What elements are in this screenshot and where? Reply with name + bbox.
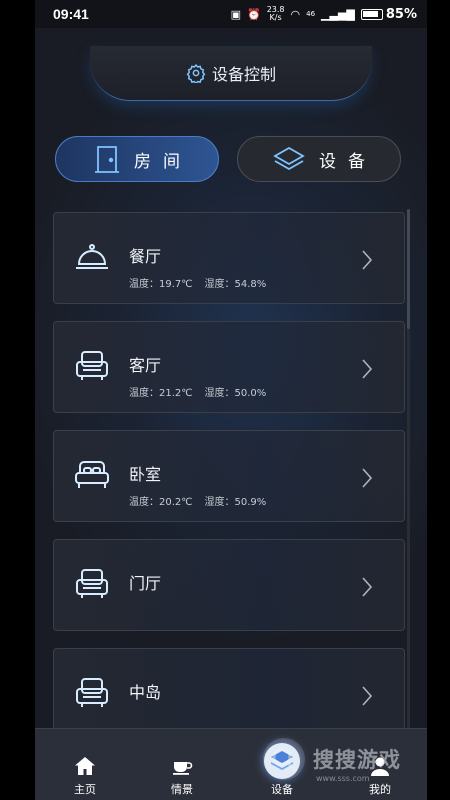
chevron-right-icon xyxy=(362,359,373,379)
tab-room[interactable]: 房间 xyxy=(55,136,219,182)
layers-icon xyxy=(273,146,305,171)
door-icon xyxy=(95,146,119,173)
room-humidity: 湿度：50.9% xyxy=(204,497,267,508)
status-bar: 09:41 ▣ ⏰ 23.8 K/s ◠ 46 ▁▃▅▇ 85% xyxy=(35,0,427,28)
nav-item-home[interactable]: 主页 xyxy=(50,729,120,800)
gear-icon xyxy=(186,63,206,83)
nav-label: 主页 xyxy=(74,783,96,796)
room-name: 门厅 xyxy=(129,574,162,593)
chevron-right-icon xyxy=(362,577,373,597)
alarm-icon: ⏰ xyxy=(246,7,261,21)
room-temperature: 温度：21.2℃ xyxy=(129,388,193,399)
watermark: 搜搜游戏 www.sss.com xyxy=(263,734,450,784)
watermark-url: www.sss.com xyxy=(316,774,370,783)
room-stats: 温度：21.2℃ 湿度：50.0% xyxy=(129,384,266,399)
chevron-right-icon xyxy=(362,250,373,270)
room-name: 中岛 xyxy=(129,683,162,702)
scrollbar[interactable] xyxy=(407,209,410,729)
scrollbar-thumb[interactable] xyxy=(407,209,410,329)
nav-label: 情景 xyxy=(171,783,193,796)
room-temperature: 温度：20.2℃ xyxy=(129,497,193,508)
bed-icon xyxy=(75,461,109,488)
tab-device[interactable]: 设备 xyxy=(237,136,401,182)
signal-icon: ▁▃▅▇ xyxy=(321,7,355,21)
watermark-text: 搜搜游戏 xyxy=(313,748,401,772)
tab-room-label: 房间 xyxy=(134,151,192,172)
cup-icon xyxy=(173,762,193,775)
signal-label: 46 xyxy=(306,10,316,18)
battery-icon xyxy=(360,8,383,20)
room-card-bedroom[interactable]: 卧室 温度：20.2℃ 湿度：50.9% xyxy=(53,430,405,522)
tab-device-label: 设备 xyxy=(319,151,377,172)
armchair-icon xyxy=(76,569,108,598)
room-name: 餐厅 xyxy=(129,247,162,266)
room-humidity: 湿度：54.8% xyxy=(204,279,267,290)
food-cover-icon xyxy=(76,244,108,269)
battery-indicator: 85% xyxy=(360,7,417,22)
network-speed: 23.8 K/s xyxy=(266,5,285,22)
room-humidity: 湿度：50.0% xyxy=(204,388,267,399)
armchair-icon xyxy=(76,678,108,707)
app-content: 设备控制 房间 设备 餐厅 温度：19.7℃ 湿度：54.8% 客厅 温度：21… xyxy=(35,28,427,740)
page-header: 设备控制 xyxy=(90,46,372,101)
room-name: 卧室 xyxy=(129,465,162,484)
room-temperature: 温度：19.7℃ xyxy=(129,279,193,290)
watermark-logo-icon xyxy=(263,738,305,780)
armchair-icon xyxy=(76,351,108,380)
home-icon xyxy=(75,757,95,775)
chevron-right-icon xyxy=(362,686,373,706)
status-time: 09:41 xyxy=(53,6,89,22)
view-tabs: 房间 设备 xyxy=(55,136,401,182)
chevron-right-icon xyxy=(362,468,373,488)
page-title: 设备控制 xyxy=(211,65,276,84)
wifi-icon: ◠ xyxy=(290,7,301,21)
room-stats: 温度：19.7℃ 湿度：54.8% xyxy=(129,275,266,290)
nfc-icon: ▣ xyxy=(230,7,241,21)
room-card-living[interactable]: 客厅 温度：21.2℃ 湿度：50.0% xyxy=(53,321,405,413)
room-card-foyer[interactable]: 门厅 xyxy=(53,539,405,631)
status-icons: ▣ ⏰ 23.8 K/s ◠ 46 ▁▃▅▇ 85% xyxy=(231,6,417,22)
room-stats: 温度：20.2℃ 湿度：50.9% xyxy=(129,493,266,508)
phone-screen: 09:41 ▣ ⏰ 23.8 K/s ◠ 46 ▁▃▅▇ 85% 设备控制 房间… xyxy=(35,0,427,800)
nav-item-scene[interactable]: 情景 xyxy=(147,729,217,800)
room-card-dining[interactable]: 餐厅 温度：19.7℃ 湿度：54.8% xyxy=(53,212,405,304)
room-name: 客厅 xyxy=(129,356,162,375)
room-card-island[interactable]: 中岛 xyxy=(53,648,405,740)
